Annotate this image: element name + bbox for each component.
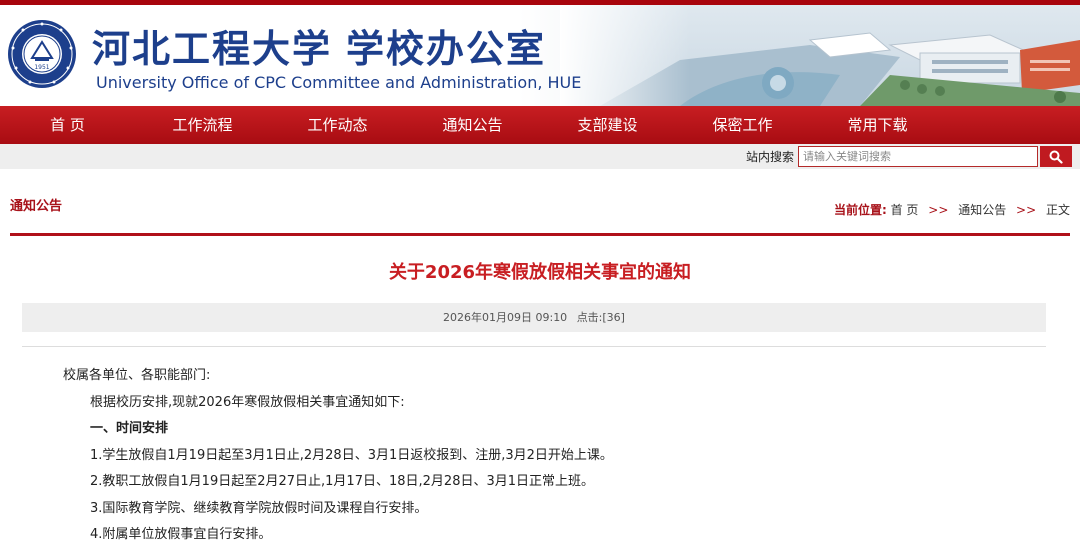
article-date: 2026年01月09日 09:10 xyxy=(443,311,568,324)
section-title: 通知公告 xyxy=(10,199,63,214)
office-name-cn: 学校办公室 xyxy=(346,27,547,71)
search-input[interactable] xyxy=(798,146,1038,167)
article-list-item: 2.教职工放假自1月19日起至2月27日止,1月17日、18日,2月28日、3月… xyxy=(90,474,595,489)
nav-item-party-branch[interactable]: 支部建设 xyxy=(540,106,675,144)
article-clicks: 点击:[36] xyxy=(576,311,625,324)
site-title-en: University Office of CPC Committee and A… xyxy=(96,73,582,92)
search-icon xyxy=(1049,150,1063,164)
nav-item-workflow[interactable]: 工作流程 xyxy=(135,106,270,144)
article-salutation: 校属各单位、各职能部门: xyxy=(63,368,211,383)
article-intro: 根据校历安排,现就2026年寒假放假相关事宜通知如下: xyxy=(90,394,405,410)
nav-item-downloads[interactable]: 常用下载 xyxy=(810,106,945,144)
breadcrumb-notices[interactable]: 通知公告 xyxy=(958,203,1006,217)
nav-item-confidentiality[interactable]: 保密工作 xyxy=(675,106,810,144)
article-list-item: 3.国际教育学院、继续教育学院放假时间及课程自行安排。 xyxy=(90,500,428,516)
article-section-heading: 一、时间安排 xyxy=(90,421,169,436)
article-list-item: 1.学生放假自1月19日起至3月1日止,2月28日、3月1日返校报到、注册,3月… xyxy=(90,447,613,463)
section-divider xyxy=(10,233,1070,236)
main-nav: 首 页 工作流程 工作动态 通知公告 支部建设 保密工作 常用下载 xyxy=(0,106,1080,144)
article-list-item: 4.附属单位放假事宜自行安排。 xyxy=(90,527,272,542)
university-seal-logo: 1951 xyxy=(8,20,76,88)
article-title: 关于2026年寒假放假相关事宜的通知 xyxy=(388,262,692,283)
search-label: 站内搜索 xyxy=(745,150,794,164)
breadcrumb-home[interactable]: 首 页 xyxy=(891,203,919,217)
site-header: 1951 河北工程大学 学校办公室 University Office of CP… xyxy=(0,5,1080,106)
search-button[interactable] xyxy=(1040,146,1072,167)
section-header: 通知公告 当前位置: 首 页 >> 通知公告 >> 正文 xyxy=(0,169,1080,236)
university-name-cn: 河北工程大学 xyxy=(92,26,333,71)
article-body: 校属各单位、各职能部门: 根据校历安排,现就2026年寒假放假相关事宜通知如下:… xyxy=(0,347,1080,549)
nav-item-home[interactable]: 首 页 xyxy=(0,106,135,144)
nav-item-news[interactable]: 工作动态 xyxy=(270,106,405,144)
breadcrumb-label: 当前位置: xyxy=(833,203,887,217)
seal-year: 1951 xyxy=(34,64,49,71)
breadcrumb-separator: >> xyxy=(928,203,949,217)
site-title: 河北工程大学 学校办公室 xyxy=(92,18,546,73)
breadcrumb-current: 正文 xyxy=(1045,203,1070,217)
search-bar: 站内搜索 xyxy=(0,144,1080,169)
article-meta: 2026年01月09日 09:10 点击:[36] xyxy=(22,303,1046,332)
breadcrumb-separator: >> xyxy=(1016,203,1037,217)
campus-banner-image xyxy=(560,5,1080,106)
nav-item-notices[interactable]: 通知公告 xyxy=(405,106,540,144)
breadcrumb: 当前位置: 首 页 >> 通知公告 >> 正文 xyxy=(834,201,1070,218)
